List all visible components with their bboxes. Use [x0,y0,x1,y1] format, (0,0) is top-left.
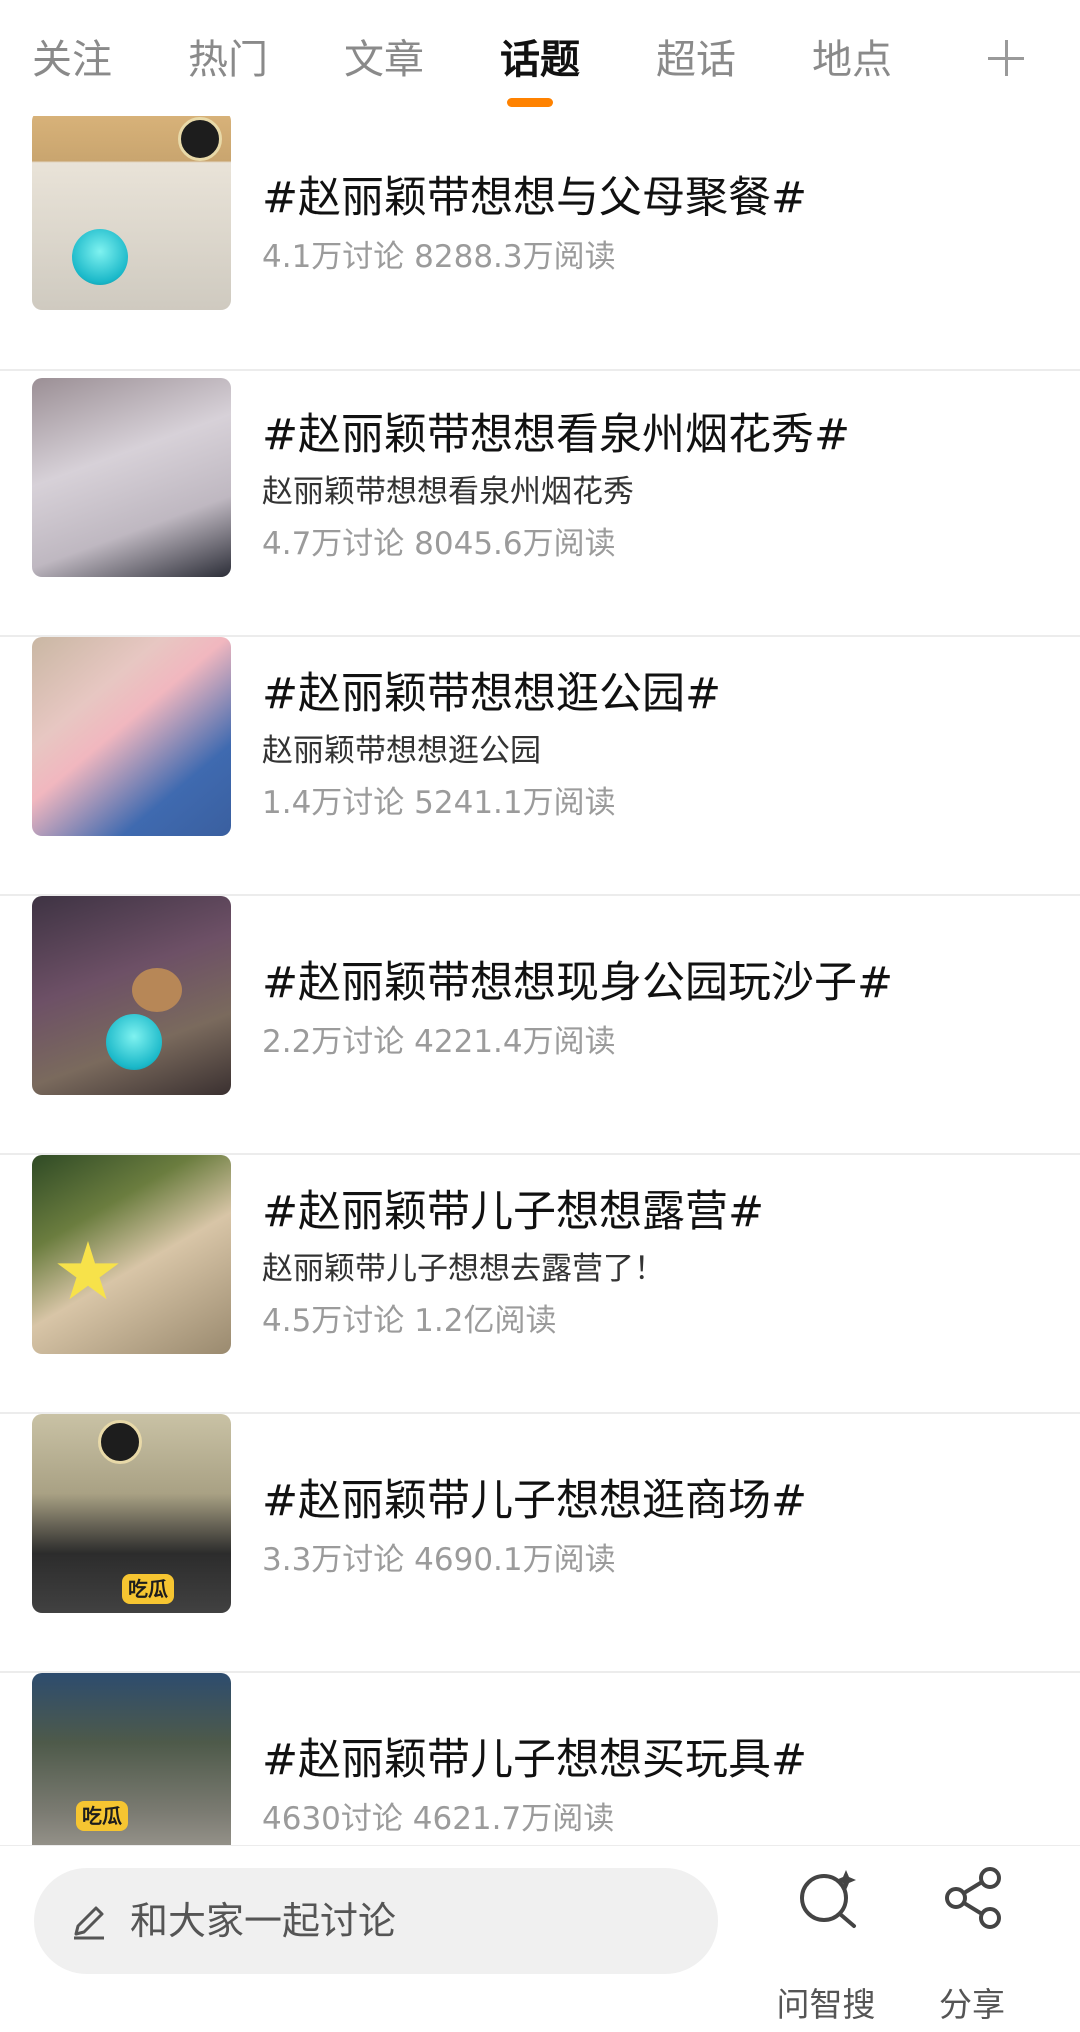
topic-thumbnail [32,637,231,836]
share-button[interactable]: 分享 [902,1866,1042,2024]
topic-thumbnail [32,896,231,1095]
topic-thumbnail: 吃瓜 [32,1673,231,1872]
topic-title: #赵丽颖带想想与父母聚餐# [262,173,808,223]
topic-stats: 3.3万讨论 4690.1万阅读 [262,1542,616,1578]
list-item[interactable]: 吃瓜 #赵丽颖带儿子想想逛商场# 3.3万讨论 4690.1万阅读 [0,1414,1080,1673]
tab-follow[interactable]: 关注 [32,30,112,90]
bottom-action-bar: 和大家一起讨论 问智搜 分享 [0,1845,1080,2032]
topic-title: #赵丽颖带想想现身公园玩沙子# [262,958,894,1008]
bear-sticker [132,968,182,1012]
topic-search-page: 关注 热门 文章 话题 超话 地点 #赵丽颖带想想与父母聚餐# 4.1万讨论 8… [0,0,1080,2032]
list-item[interactable]: #赵丽颖带想想看泉州烟花秀# 赵丽颖带想想看泉州烟花秀 4.7万讨论 8045.… [0,378,1080,637]
topic-stats: 4630讨论 4621.7万阅读 [262,1801,615,1837]
topic-title: #赵丽颖带想想逛公园# [262,669,722,719]
tab-articles[interactable]: 文章 [344,30,424,90]
compose-placeholder: 和大家一起讨论 [130,1899,397,1943]
share-icon [945,1867,1001,1929]
tab-places[interactable]: 地点 [812,30,892,90]
sparkle-search-icon [800,1870,856,1928]
topic-description: 赵丽颖带想想看泉州烟花秀 [262,474,634,510]
smart-search-button[interactable]: 问智搜 [756,1866,896,2024]
star-sticker [57,1241,119,1300]
list-item[interactable]: #赵丽颖带想想与父母聚餐# 4.1万讨论 8288.3万阅读 [0,111,1080,371]
topic-thumbnail: 吃瓜 [32,1414,231,1613]
topic-stats: 2.2万讨论 4221.4万阅读 [262,1024,616,1060]
topic-title: #赵丽颖带儿子想想买玩具# [262,1735,808,1785]
list-item[interactable]: #赵丽颖带想想逛公园# 赵丽颖带想想逛公园 1.4万讨论 5241.1万阅读 [0,637,1080,896]
avatar-badge [98,1420,142,1464]
topic-description: 赵丽颖带儿子想想去露营了！ [262,1251,665,1287]
topic-title: #赵丽颖带儿子想想逛商场# [262,1476,808,1526]
topic-stats: 4.1万讨论 8288.3万阅读 [262,239,616,275]
share-label: 分享 [939,1985,1005,2024]
plus-icon[interactable] [988,40,1024,76]
category-tabs: 关注 热门 文章 话题 超话 地点 [0,0,1080,116]
divider [0,369,1080,371]
topic-thumbnail [32,378,231,577]
topic-title: #赵丽颖带想想看泉州烟花秀# [262,410,851,460]
cartoon-sticker [106,1014,162,1070]
topic-title: #赵丽颖带儿子想想露营# [262,1187,765,1237]
list-item[interactable]: #赵丽颖带想想现身公园玩沙子# 2.2万讨论 4221.4万阅读 [0,896,1080,1155]
tab-super-topics[interactable]: 超话 [656,30,736,90]
smart-search-label: 问智搜 [776,1985,876,2024]
compose-input[interactable]: 和大家一起讨论 [34,1868,718,1974]
list-item[interactable]: #赵丽颖带儿子想想露营# 赵丽颖带儿子想想去露营了！ 4.5万讨论 1.2亿阅读 [0,1155,1080,1414]
topic-thumbnail [32,1155,231,1354]
topic-stats: 4.5万讨论 1.2亿阅读 [262,1303,557,1339]
topic-stats: 1.4万讨论 5241.1万阅读 [262,785,616,821]
topic-stats: 4.7万讨论 8045.6万阅读 [262,526,616,562]
channel-logo: 吃瓜 [122,1574,174,1604]
topic-description: 赵丽颖带想想逛公园 [262,733,541,769]
channel-logo: 吃瓜 [76,1801,128,1831]
tab-topics[interactable]: 话题 [500,30,580,90]
pencil-icon [74,1906,104,1940]
topic-thumbnail [32,111,231,310]
active-tab-indicator [507,98,553,107]
avatar-badge [178,117,222,161]
tab-hot[interactable]: 热门 [188,30,268,90]
cartoon-sticker [72,229,128,285]
